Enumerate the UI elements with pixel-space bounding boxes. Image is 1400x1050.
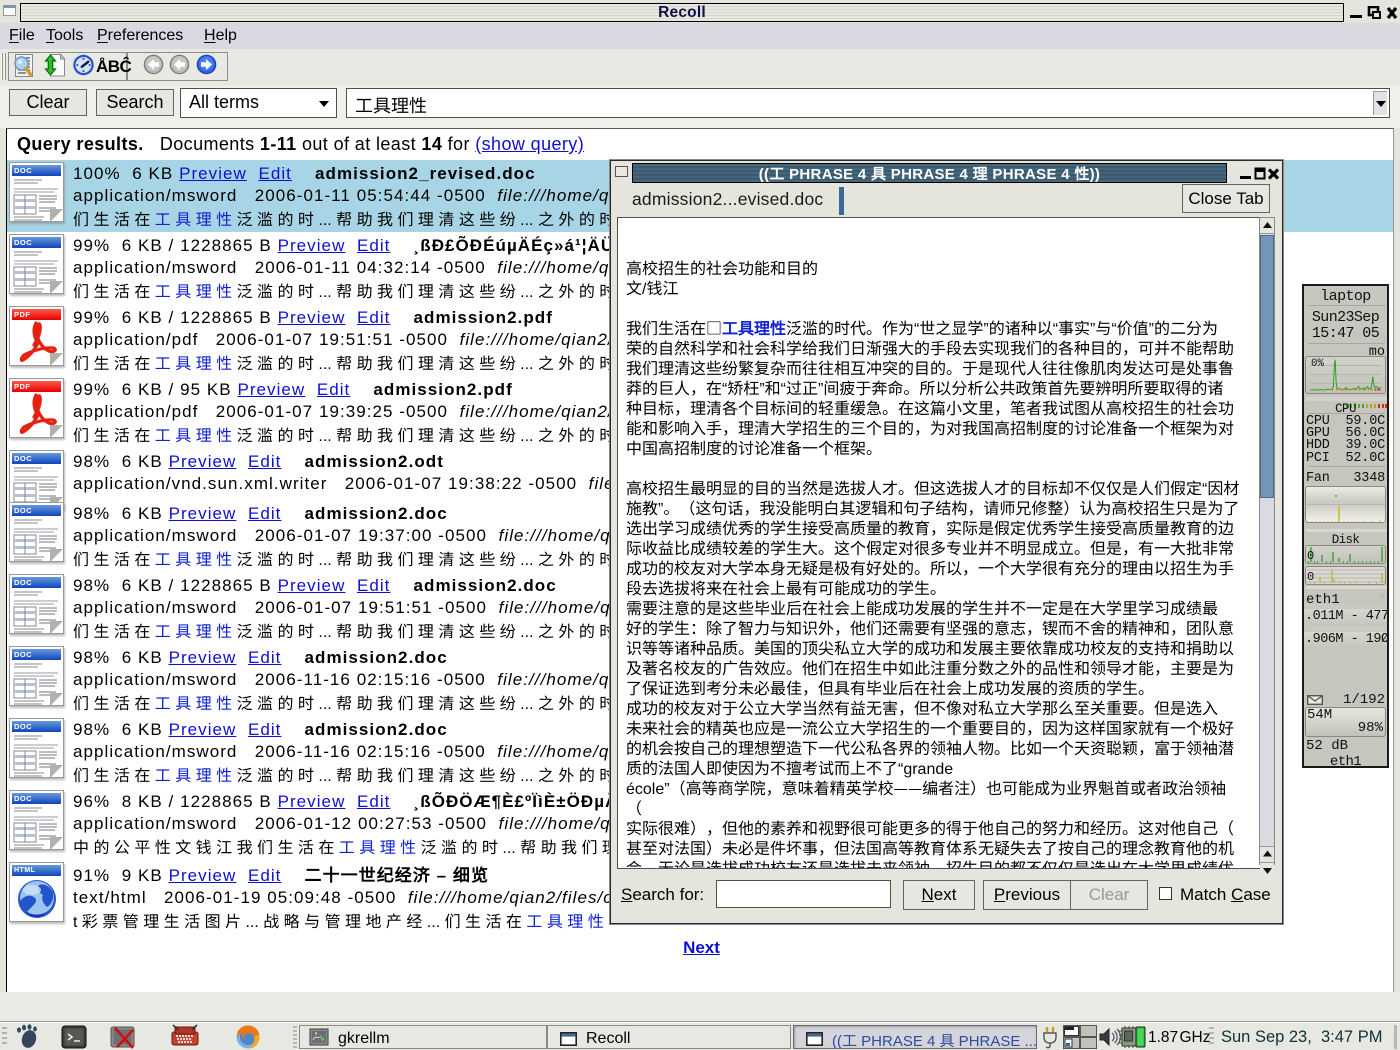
svg-text:0: 0	[1307, 549, 1314, 563]
svg-text:0%: 0%	[1311, 358, 1324, 370]
svg-text:0: 0	[1307, 570, 1314, 584]
svg-text:ÅBĈ: ÅBĈ	[96, 57, 132, 76]
